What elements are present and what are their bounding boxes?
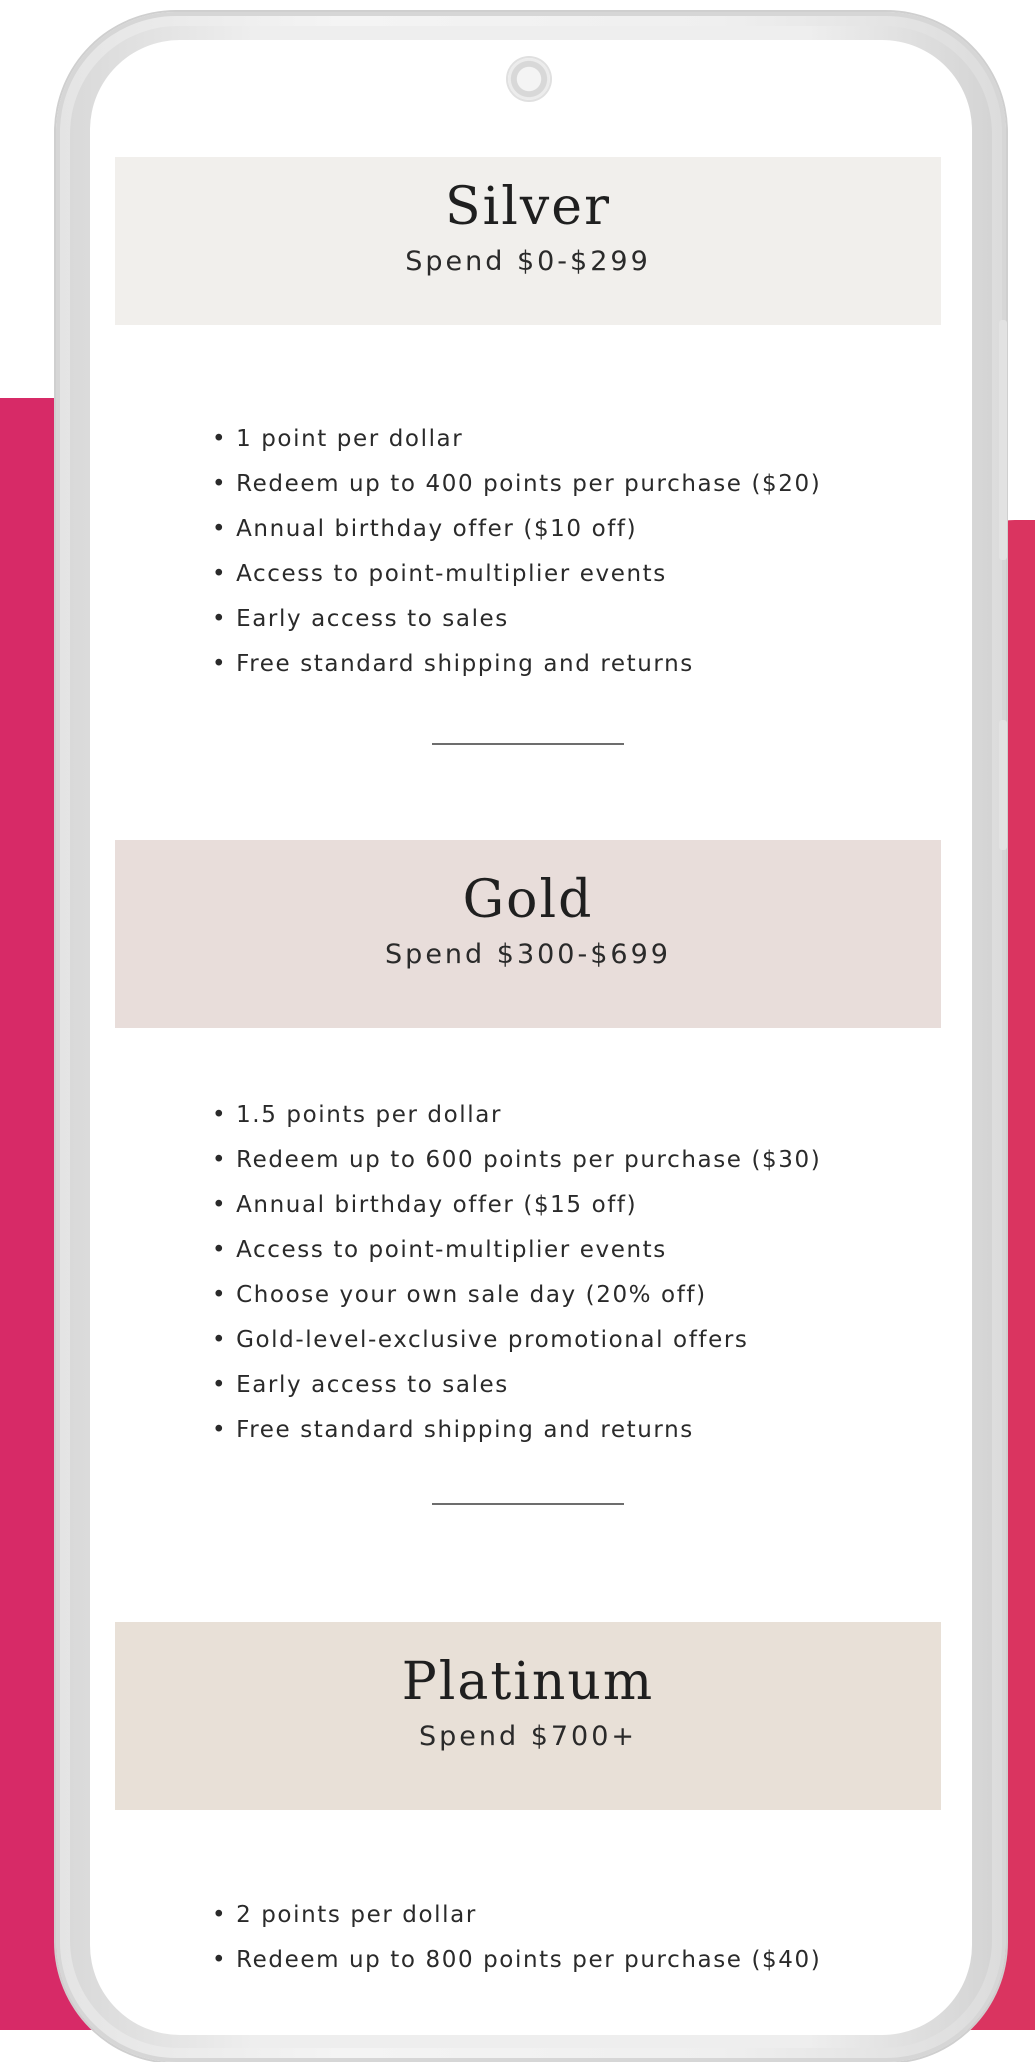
list-item: Annual birthday offer ($10 off) <box>212 507 821 552</box>
list-item: 1.5 points per dollar <box>212 1093 821 1138</box>
list-item: Free standard shipping and returns <box>212 642 821 687</box>
tier-name: Silver <box>445 177 611 237</box>
tier-header-gold: Gold Spend $300-$699 <box>115 840 941 1028</box>
section-divider <box>432 1503 624 1505</box>
tier-header-silver: Silver Spend $0-$299 <box>115 157 941 325</box>
side-button-volume <box>999 320 1007 560</box>
tier-name: Platinum <box>401 1652 655 1712</box>
list-item: Redeem up to 400 points per purchase ($2… <box>212 462 821 507</box>
tier-spend-range: Spend $0-$299 <box>405 246 651 278</box>
list-item: Gold-level-exclusive promotional offers <box>212 1318 821 1363</box>
section-divider <box>432 743 624 745</box>
list-item: Redeem up to 800 points per purchase ($4… <box>212 1938 821 1983</box>
list-item: 1 point per dollar <box>212 417 821 462</box>
tier-header-platinum: Platinum Spend $700+ <box>115 1622 941 1810</box>
front-camera-icon <box>508 58 550 100</box>
list-item: 2 points per dollar <box>212 1893 821 1938</box>
phone-screen: Silver Spend $0-$299 1 point per dollar … <box>90 40 972 2035</box>
benefit-list-gold: 1.5 points per dollar Redeem up to 600 p… <box>212 1093 821 1453</box>
benefit-list-platinum: 2 points per dollar Redeem up to 800 poi… <box>212 1893 821 1983</box>
list-item: Access to point-multiplier events <box>212 1228 821 1273</box>
tier-spend-range: Spend $300-$699 <box>385 939 671 971</box>
list-item: Early access to sales <box>212 597 821 642</box>
list-item: Free standard shipping and returns <box>212 1408 821 1453</box>
benefit-list-silver: 1 point per dollar Redeem up to 400 poin… <box>212 417 821 687</box>
list-item: Redeem up to 600 points per purchase ($3… <box>212 1138 821 1183</box>
list-item: Access to point-multiplier events <box>212 552 821 597</box>
side-button-power <box>999 720 1007 850</box>
list-item: Early access to sales <box>212 1363 821 1408</box>
list-item: Annual birthday offer ($15 off) <box>212 1183 821 1228</box>
tier-spend-range: Spend $700+ <box>418 1721 638 1753</box>
tier-name: Gold <box>462 870 594 930</box>
list-item: Choose your own sale day (20% off) <box>212 1273 821 1318</box>
